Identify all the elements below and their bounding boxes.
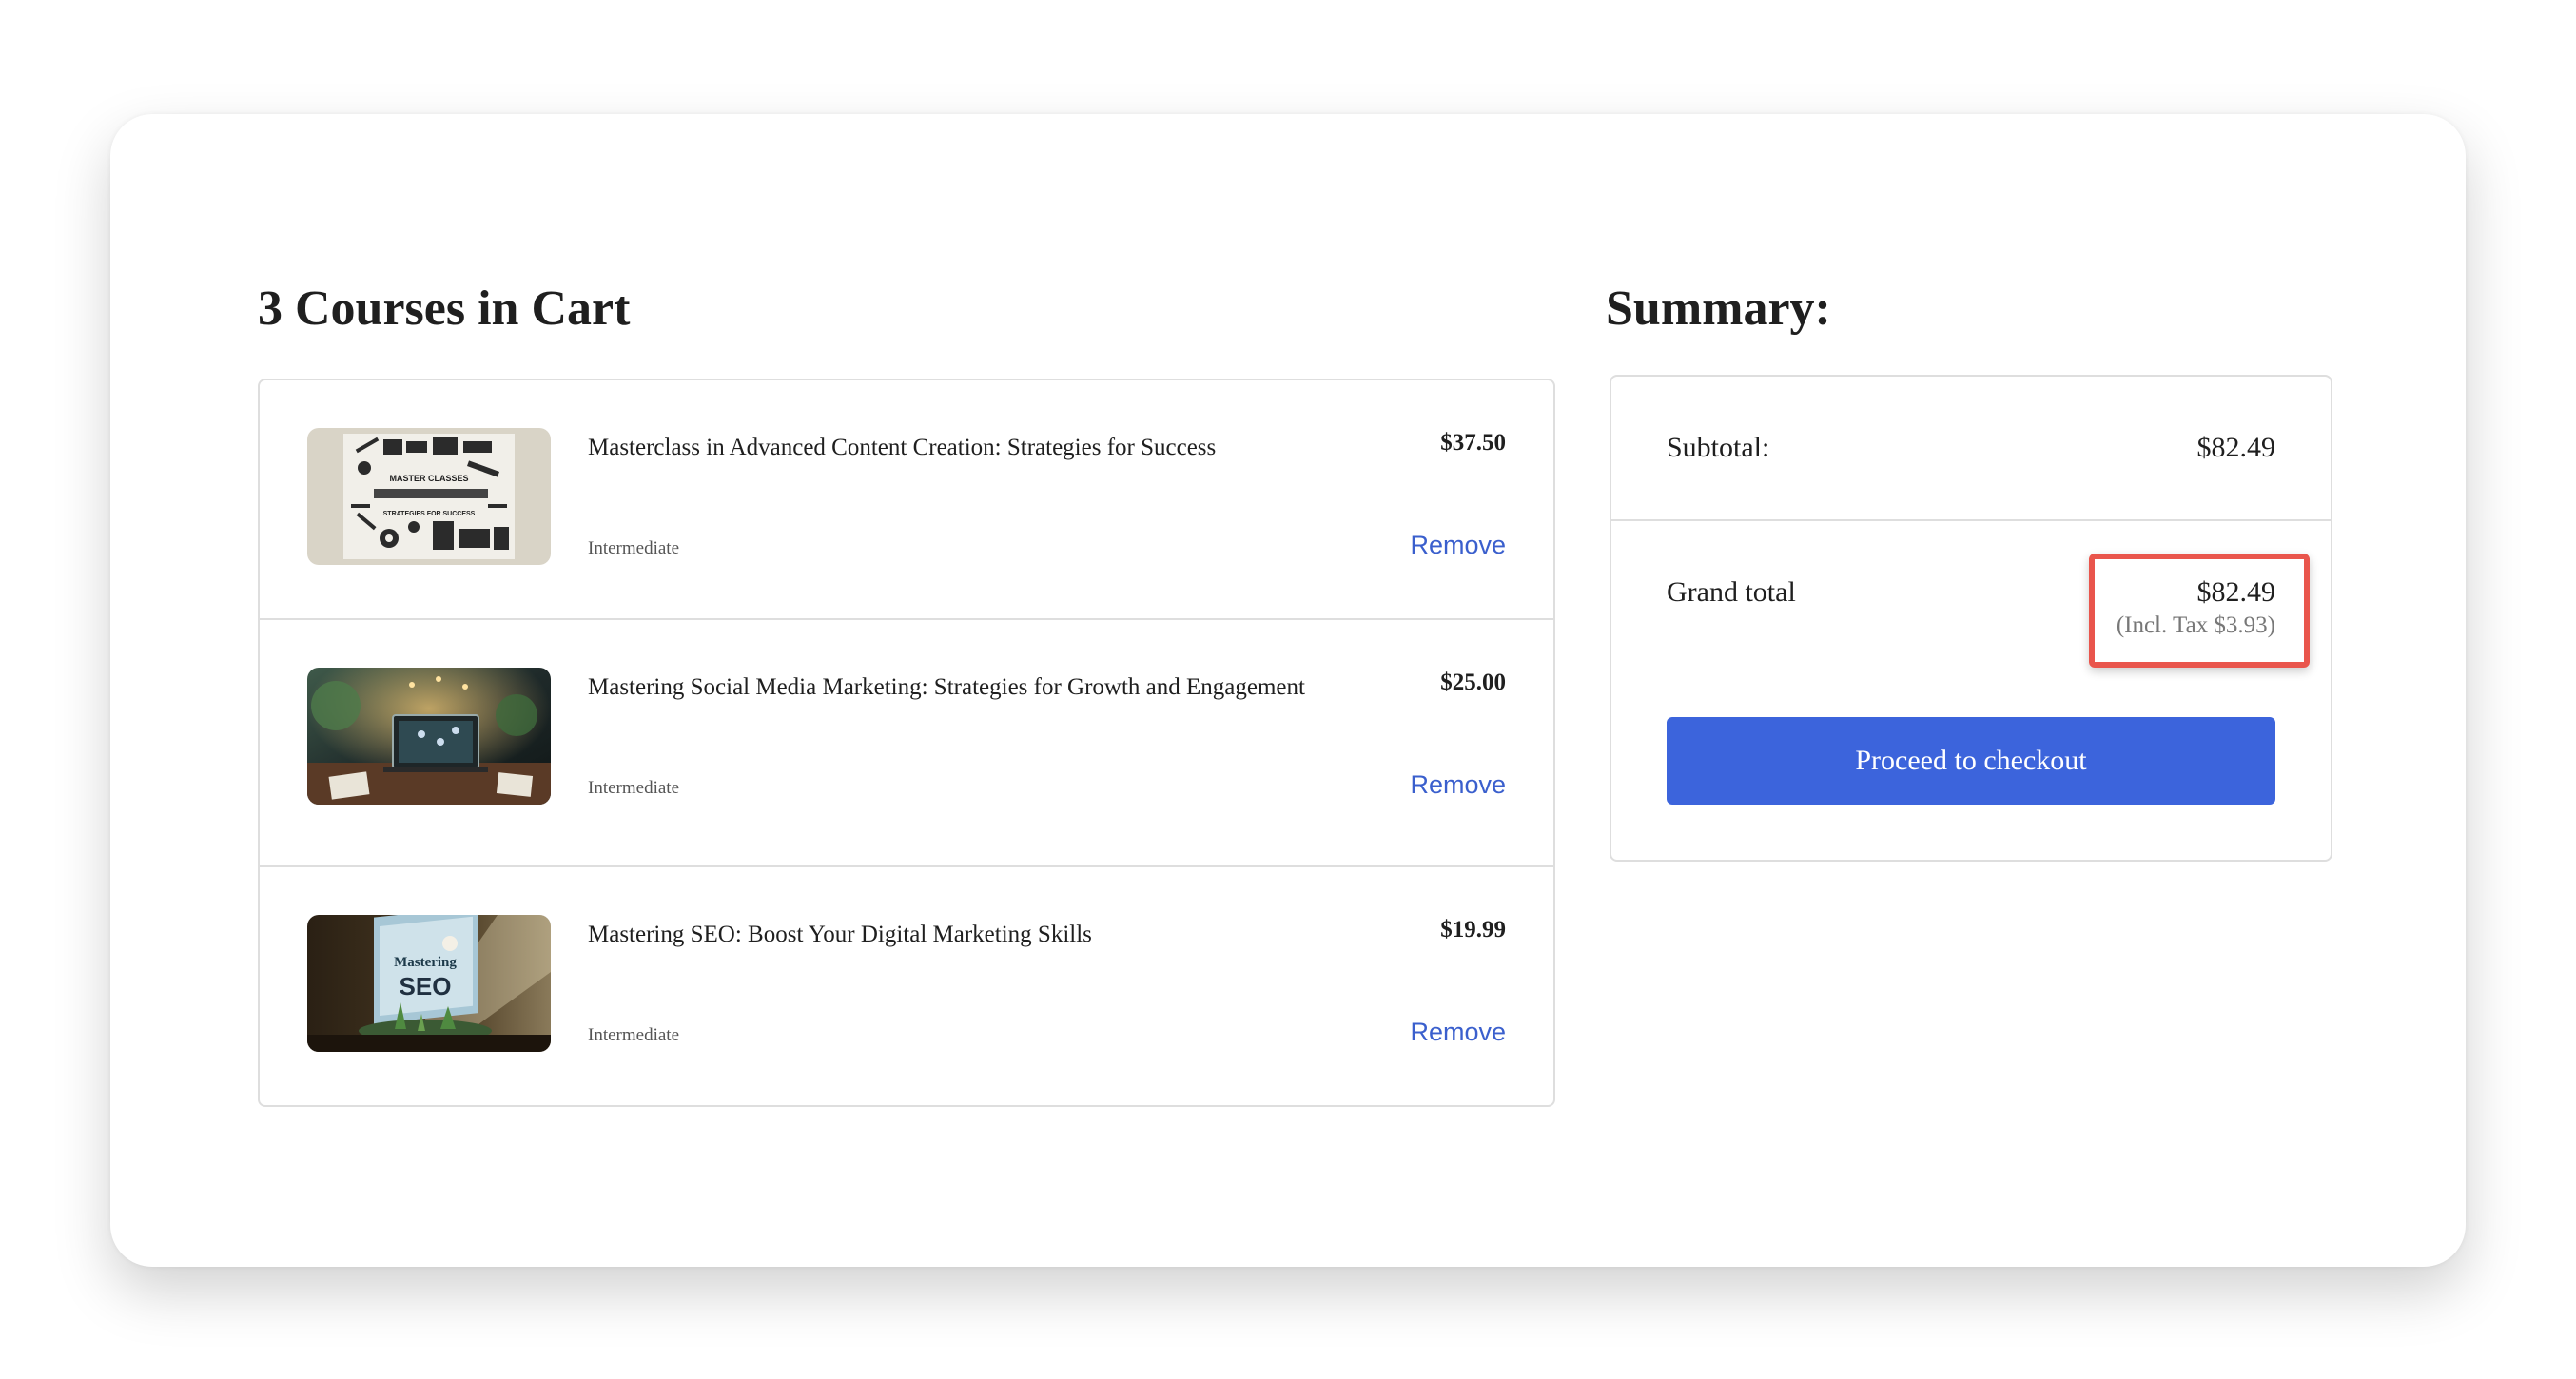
subtotal-value: $82.49 [2196,432,2276,463]
cart-heading: 3 Courses in Cart [258,282,631,336]
thumb-text-strategies: STRATEGIES FOR SUCCESS [383,511,476,517]
tax-note: (Incl. Tax $3.93) [2116,612,2275,638]
seo-thumbnail-image: Mastering SEO [307,915,551,1052]
cart-item: Mastering Social Media Marketing: Strate… [260,618,1553,865]
cart-item: Mastering SEO Mastering SEO: Boost Your … [260,865,1553,1113]
thumb-text-mastering: Mastering [394,955,457,970]
summary-divider [1611,519,2331,521]
cart-items-list: MASTER CLASSES STRATEGIES FOR SUCCESS Ma… [258,379,1555,1107]
order-summary-panel: Subtotal: $82.49 Grand total $82.49 (Inc… [1610,375,2332,862]
remove-button[interactable]: Remove [1410,770,1506,800]
course-title[interactable]: Masterclass in Advanced Content Creation… [588,434,1216,462]
course-thumbnail-content-creation[interactable]: MASTER CLASSES STRATEGIES FOR SUCCESS [307,428,551,565]
remove-button[interactable]: Remove [1410,1018,1506,1047]
thumb-text-seo: SEO [400,972,452,1000]
cart-item: MASTER CLASSES STRATEGIES FOR SUCCESS Ma… [260,380,1553,628]
course-price: $37.50 [1440,430,1506,456]
grand-total-value: $82.49 [2196,576,2276,608]
grand-total-label: Grand total [1667,576,1796,608]
content-creation-thumbnail-image: MASTER CLASSES STRATEGIES FOR SUCCESS [307,428,551,565]
summary-heading: Summary: [1606,282,1831,336]
social-media-thumbnail-image [307,668,551,805]
grand-total-highlight: $82.49 (Incl. Tax $3.93) [2089,554,2310,668]
subtotal-label: Subtotal: [1667,432,1770,463]
course-thumbnail-social-media[interactable] [307,668,551,805]
course-level: Intermediate [588,1025,680,1045]
proceed-to-checkout-button[interactable]: Proceed to checkout [1667,717,2275,805]
course-title[interactable]: Mastering Social Media Marketing: Strate… [588,673,1305,702]
cart-page-card: 3 Courses in Cart Summary: MASTER CLASSE… [110,114,2466,1267]
remove-button[interactable]: Remove [1410,531,1506,560]
course-price: $19.99 [1440,917,1506,942]
course-level: Intermediate [588,778,680,798]
course-title[interactable]: Mastering SEO: Boost Your Digital Market… [588,921,1092,949]
course-level: Intermediate [588,538,680,558]
course-price: $25.00 [1440,670,1506,695]
thumb-text-master-classes: MASTER CLASSES [389,474,468,483]
course-thumbnail-seo[interactable]: Mastering SEO [307,915,551,1052]
